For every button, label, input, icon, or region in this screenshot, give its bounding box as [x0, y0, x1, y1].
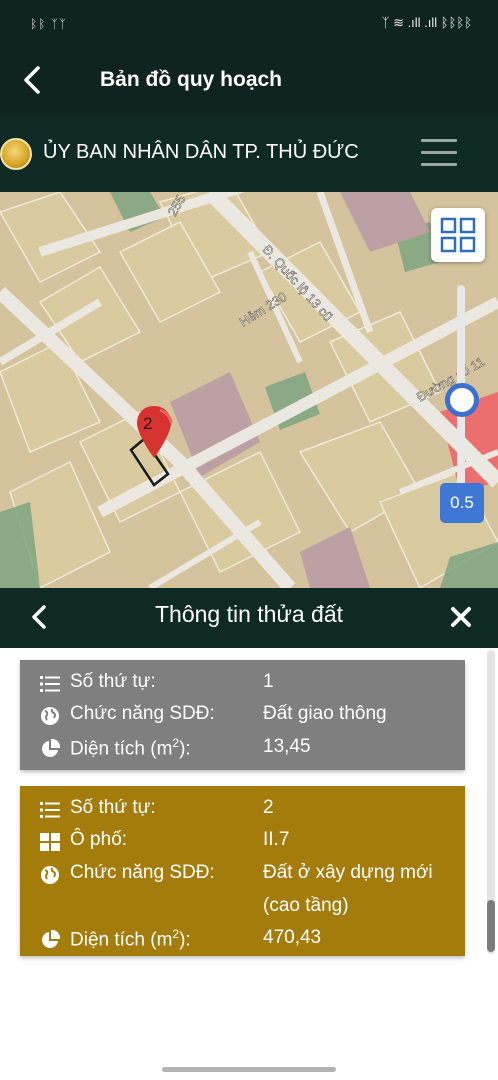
- scrollbar-thumb[interactable]: [487, 900, 495, 952]
- parcel-row-area: Diện tích (m2): 470,43: [20, 922, 465, 954]
- hamburger-line: [421, 163, 457, 166]
- parcel-row-function: Chức năng SDĐ: Đất giao thông: [20, 698, 465, 730]
- parcel-card[interactable]: Số thứ tự: 1 Chức năng SDĐ: Đất giao thô…: [20, 660, 465, 770]
- chevron-left-icon: [32, 605, 46, 629]
- stt-value: 1: [263, 671, 274, 692]
- panel-header: Thông tin thửa đất: [0, 588, 498, 648]
- chevron-left-icon: [24, 66, 40, 94]
- map-view[interactable]: 255 Đ. Quốc lộ 13 cũ Hẻm 230 Đường số 11: [0, 192, 498, 588]
- parcel-row-area: Diện tích (m2): 13,45: [20, 731, 465, 763]
- page-title: Bản đồ quy hoạch: [100, 68, 283, 91]
- close-icon: [451, 607, 471, 627]
- function-label: Chức năng SDĐ:: [70, 862, 215, 883]
- list-icon: [40, 802, 60, 818]
- panel-title: Thông tin thửa đất: [154, 601, 344, 627]
- area-value: 470,43: [263, 927, 322, 948]
- status-bar-left: ᛒᛒ ᛉᛉ: [30, 17, 68, 31]
- pie-chart-icon: [42, 739, 60, 757]
- hamburger-line: [421, 139, 457, 142]
- home-gesture-pill[interactable]: [162, 1067, 336, 1072]
- block-value: II.7: [263, 829, 290, 850]
- hamburger-menu-icon[interactable]: [421, 139, 457, 167]
- emblem-logo: [0, 138, 32, 170]
- parcel-info-panel[interactable]: Số thứ tự: 1 Chức năng SDĐ: Đất giao thô…: [0, 648, 498, 1060]
- back-button[interactable]: [14, 60, 54, 100]
- stt-value: 2: [263, 797, 274, 818]
- map-marker-icon[interactable]: [134, 404, 174, 460]
- map-canvas[interactable]: 255 Đ. Quốc lộ 13 cũ Hẻm 230 Đường số 11: [0, 192, 498, 588]
- parcel-row-stt: Số thứ tự: 2: [20, 792, 465, 824]
- area-label: Diện tích (m2):: [70, 927, 191, 951]
- function-value-continued: (cao tầng): [263, 895, 349, 916]
- opacity-slider-thumb[interactable]: [445, 383, 479, 417]
- status-bar: ᛒᛒ ᛉᛉ ᛉ ≋ .ıll .ıll ᛒᛒᛒᛒ: [0, 0, 498, 50]
- parcel-card[interactable]: Số thứ tự: 2 Ô phố: II.7 Chức năng SDĐ: …: [20, 786, 465, 956]
- globe-icon: [41, 707, 59, 725]
- hamburger-line: [421, 151, 457, 154]
- function-label: Chức năng SDĐ:: [70, 703, 215, 724]
- pie-chart-icon: [42, 930, 60, 948]
- stt-label: Số thứ tự:: [70, 797, 156, 818]
- globe-icon: [41, 866, 59, 884]
- org-title: ỦY BAN NHÂN DÂN TP. THỦ ĐỨC: [43, 141, 359, 163]
- panel-back-button[interactable]: [24, 601, 56, 633]
- map-marker-label: 2: [143, 414, 153, 433]
- parcel-row-function: Chức năng SDĐ: Đất ở xây dựng mới (cao t…: [20, 857, 465, 921]
- stt-label: Số thứ tự:: [70, 671, 156, 692]
- layers-button[interactable]: [431, 208, 485, 262]
- parcel-row-stt: Số thứ tự: 1: [20, 666, 465, 698]
- grid-layers-icon: [440, 217, 476, 253]
- panel-close-button[interactable]: [446, 602, 476, 632]
- function-value: Đất ở xây dựng mới: [263, 862, 433, 883]
- parcel-row-block: Ô phố: II.7: [20, 824, 465, 856]
- app-bar: Bản đồ quy hoạch: [0, 50, 498, 114]
- area-label: Diện tích (m2):: [70, 736, 191, 760]
- grid-icon: [40, 833, 60, 851]
- function-value: Đất giao thông: [263, 703, 387, 724]
- block-label: Ô phố:: [70, 829, 128, 850]
- list-icon: [40, 676, 60, 692]
- status-bar-right: ᛉ ≋ .ıll .ıll ᛒᛒᛒᛒ: [381, 15, 472, 30]
- area-value: 13,45: [263, 736, 311, 757]
- opacity-value-badge: 0.5: [440, 483, 484, 523]
